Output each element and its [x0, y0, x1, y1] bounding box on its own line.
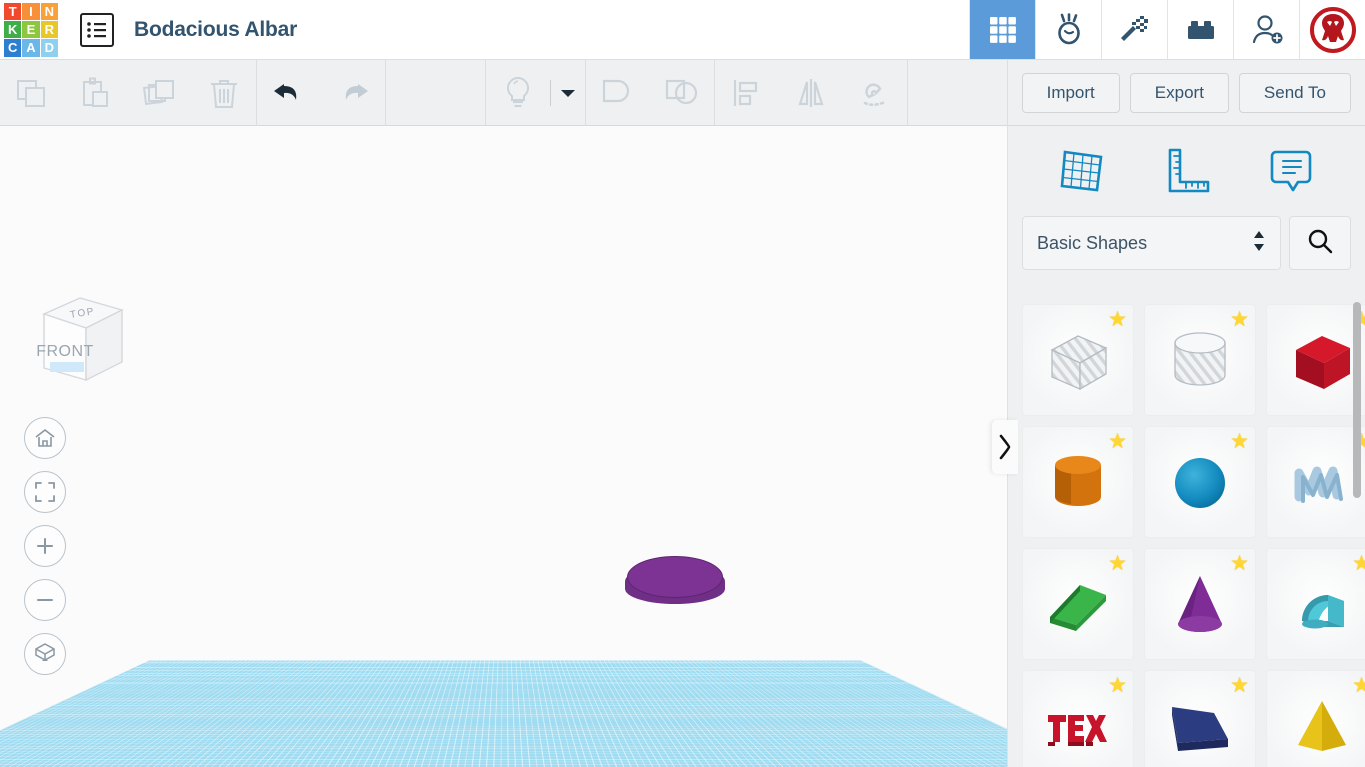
ungroup-icon[interactable]: [650, 60, 714, 126]
logo-tile-n: N: [40, 2, 58, 20]
delete-icon[interactable]: [192, 60, 256, 126]
copy-icon[interactable]: [0, 60, 64, 126]
shape-wedge-blue[interactable]: ★: [1144, 670, 1256, 767]
star-icon[interactable]: ★: [1230, 309, 1249, 330]
shape-text-red[interactable]: ★: [1022, 670, 1134, 767]
shape-category-controls: Basic Shapes: [1008, 216, 1365, 270]
chevron-down-icon[interactable]: [551, 60, 585, 126]
circuits-icon[interactable]: [1035, 0, 1101, 59]
shape-pyramid-yellow[interactable]: ★: [1266, 670, 1365, 767]
top-bar: T I N K E R C A D Bodacious Albar: [0, 0, 1365, 60]
paste-icon[interactable]: [64, 60, 128, 126]
page-title[interactable]: Bodacious Albar: [134, 18, 297, 42]
notes-icon[interactable]: [1254, 140, 1328, 202]
star-icon[interactable]: ★: [1230, 675, 1249, 696]
ruler-icon[interactable]: [1149, 140, 1223, 202]
send-to-button[interactable]: Send To: [1238, 72, 1351, 113]
shapes-panel: Basic Shapes ★ ★ ★ ★ ★ ★ ★ ★ ★ ★: [1007, 126, 1365, 767]
view-cube[interactable]: TOP FRONT: [28, 276, 134, 388]
shapes-grid: ★ ★ ★ ★ ★ ★ ★ ★ ★ ★: [1008, 292, 1365, 767]
panel-tabs: [1008, 126, 1365, 216]
group-icon[interactable]: [586, 60, 650, 126]
ortho-perspective-icon[interactable]: [24, 633, 66, 675]
logo-tile-t: T: [4, 2, 22, 20]
shape-category-select[interactable]: Basic Shapes: [1022, 216, 1281, 270]
logo-tile-r: R: [40, 20, 58, 39]
mirror-icon[interactable]: [779, 60, 843, 126]
view-nav-buttons: [24, 417, 66, 687]
lego-brick-icon[interactable]: [1167, 0, 1233, 59]
design-canvas[interactable]: TOP FRONT: [0, 126, 1007, 767]
view-cube-front-label: FRONT: [36, 343, 94, 360]
home-view-icon[interactable]: [24, 417, 66, 459]
import-button[interactable]: Import: [1021, 72, 1120, 113]
search-icon: [1306, 227, 1334, 260]
arrange-tools: [715, 59, 908, 126]
star-icon[interactable]: ★: [1108, 309, 1127, 330]
shape-sphere-blue[interactable]: ★: [1144, 426, 1256, 538]
logo-tile-c: C: [4, 39, 22, 57]
star-icon[interactable]: ★: [1108, 553, 1127, 574]
chevron-right-icon[interactable]: [992, 420, 1018, 474]
star-icon[interactable]: ★: [1230, 553, 1249, 574]
redo-icon[interactable]: [321, 60, 385, 126]
workplane-icon[interactable]: [1045, 140, 1119, 202]
add-user-icon[interactable]: [1233, 0, 1299, 59]
lighting-tools: [486, 59, 586, 126]
shape-category-value: Basic Shapes: [1037, 232, 1148, 253]
fit-to-view-icon[interactable]: [24, 471, 66, 513]
export-button[interactable]: Export: [1129, 72, 1229, 113]
minecraft-pickaxe-icon[interactable]: [1101, 0, 1167, 59]
duplicate-icon[interactable]: [128, 60, 192, 126]
toolbar-spacer-right: [908, 59, 1008, 126]
search-button[interactable]: [1289, 216, 1351, 270]
shape-roof-green[interactable]: ★: [1022, 548, 1134, 660]
top-bar-tools: [969, 0, 1365, 59]
group-tools: [586, 59, 715, 126]
cylinder-top: [627, 556, 723, 598]
user-avatar[interactable]: [1299, 0, 1365, 59]
scrollbar-thumb[interactable]: [1353, 302, 1361, 498]
logo-tile-k: K: [4, 20, 22, 39]
star-icon[interactable]: ★: [1108, 675, 1127, 696]
workplane-grid[interactable]: [0, 660, 1007, 767]
undo-icon[interactable]: [257, 60, 321, 126]
shapes-scrollbar[interactable]: [1352, 292, 1364, 767]
shape-box-hole[interactable]: ★: [1022, 304, 1134, 416]
clipboard-tools: [0, 59, 257, 126]
list-menu-icon[interactable]: [80, 12, 114, 47]
logo-tile-i: I: [22, 2, 40, 20]
file-actions: Import Export Send To: [1008, 72, 1365, 113]
3d-design-icon[interactable]: [969, 0, 1035, 59]
shape-halfcyl-teal[interactable]: ★: [1266, 548, 1365, 660]
shape-box-red[interactable]: ★: [1266, 304, 1365, 416]
star-icon[interactable]: ★: [1108, 431, 1127, 452]
lightbulb-icon[interactable]: [486, 60, 550, 126]
toolbar-spacer: [386, 59, 486, 126]
shapes-list[interactable]: ★ ★ ★ ★ ★ ★ ★ ★ ★ ★: [1008, 292, 1365, 767]
shape-cylinder-hole[interactable]: ★: [1144, 304, 1256, 416]
align-icon[interactable]: [715, 60, 779, 126]
shape-cone-purple[interactable]: ★: [1144, 548, 1256, 660]
logo-tile-e: E: [22, 20, 40, 39]
zoom-out-icon[interactable]: [24, 579, 66, 621]
purple-cylinder[interactable]: [625, 556, 725, 608]
tinkercad-logo[interactable]: T I N K E R C A D: [4, 2, 58, 57]
logo-tile-d: D: [40, 39, 58, 57]
logo-tile-a: A: [22, 39, 40, 57]
history-tools: [257, 59, 386, 126]
shape-scribble[interactable]: ★: [1266, 426, 1365, 538]
zoom-in-icon[interactable]: [24, 525, 66, 567]
shape-cylinder-orange[interactable]: ★: [1022, 426, 1134, 538]
star-icon[interactable]: ★: [1230, 431, 1249, 452]
updown-chevron-icon: [1252, 228, 1266, 259]
magnet-snap-icon[interactable]: [843, 60, 907, 126]
edit-toolbar: Import Export Send To: [0, 59, 1365, 126]
